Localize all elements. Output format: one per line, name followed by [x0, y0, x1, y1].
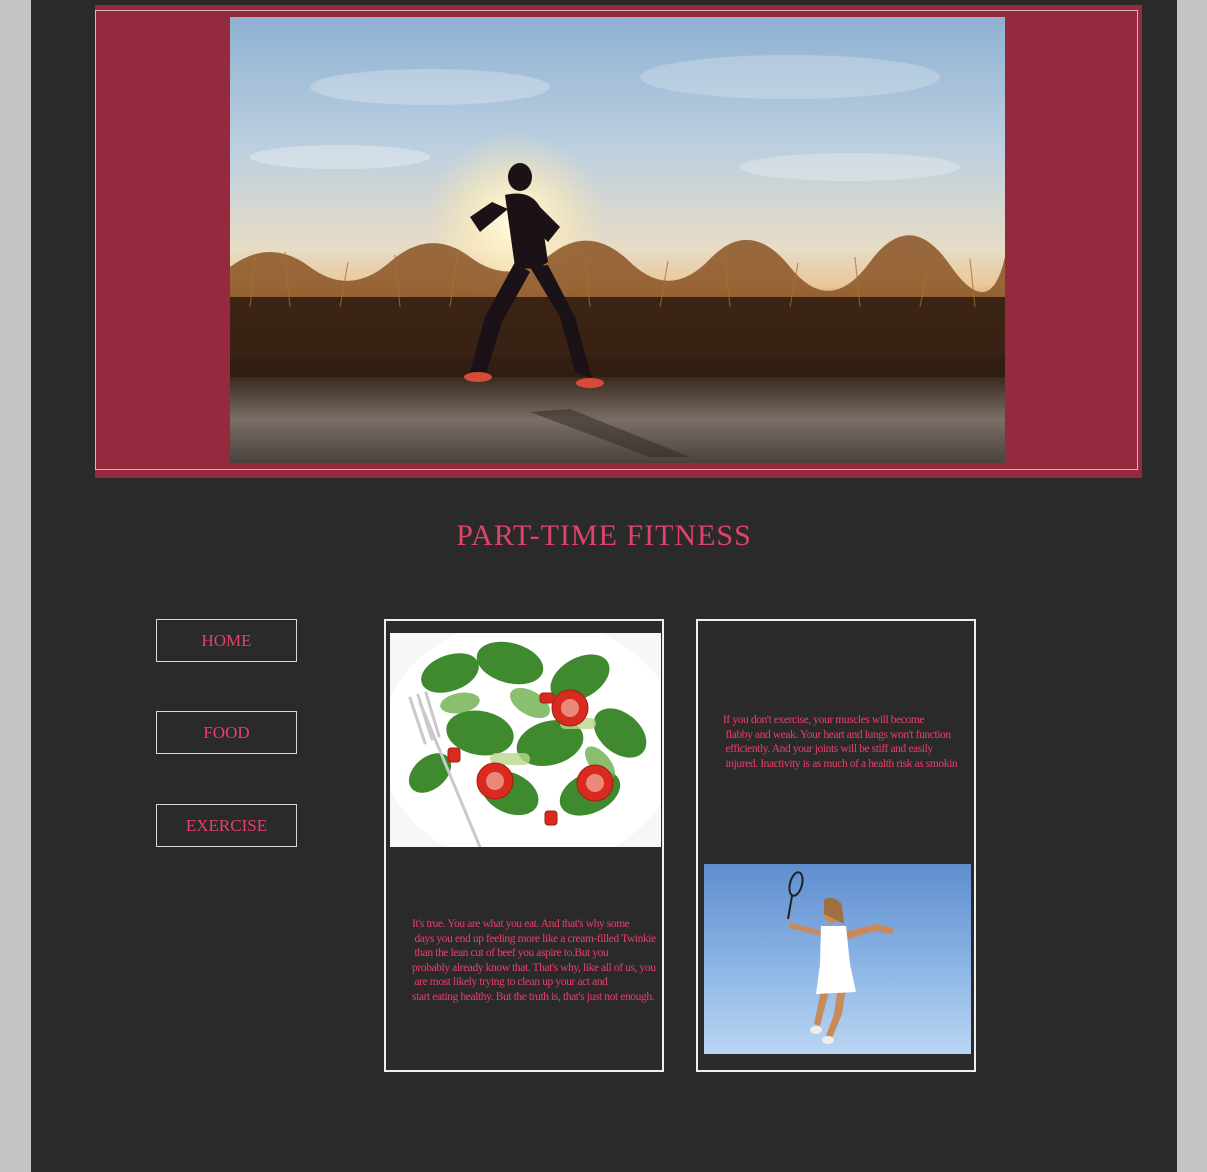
- exercise-card: If you don't exercise, your muscles will…: [696, 619, 976, 1072]
- nav-food-button[interactable]: FOOD: [156, 711, 297, 754]
- food-description: It's true. You are what you eat. And tha…: [412, 918, 656, 1003]
- header-banner: [95, 5, 1142, 478]
- nav-exercise-button[interactable]: EXERCISE: [156, 804, 297, 847]
- food-card: It's true. You are what you eat. And tha…: [384, 619, 664, 1072]
- nav-home-button[interactable]: HOME: [156, 619, 297, 662]
- exercise-description: If you don't exercise, your muscles will…: [723, 714, 958, 770]
- page-container: PART-TIME FITNESS HOME FOOD EXERCISE It'…: [31, 0, 1177, 1172]
- salad-image: [390, 633, 661, 847]
- hero-image: [230, 17, 1005, 463]
- tennis-image: [704, 864, 971, 1054]
- site-title: PART-TIME FITNESS: [456, 519, 752, 552]
